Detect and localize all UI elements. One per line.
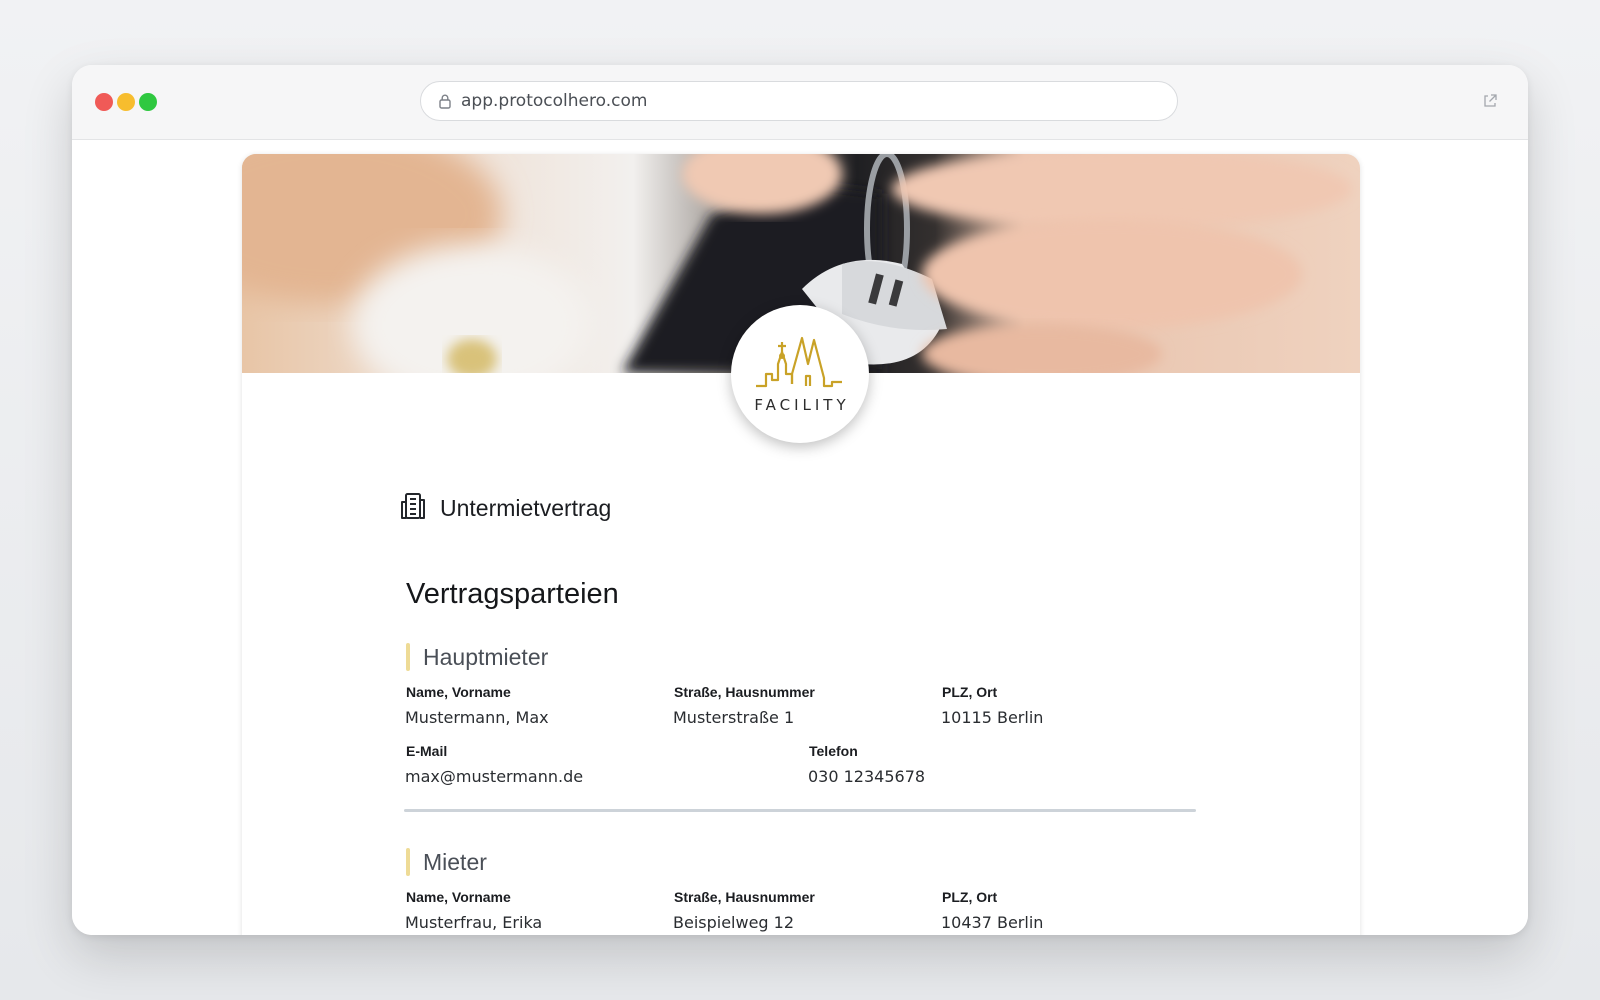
external-link-icon[interactable] bbox=[1482, 93, 1498, 109]
accent-bar bbox=[406, 848, 410, 876]
logo-text: FACILITY bbox=[754, 396, 850, 414]
company-logo: FACILITY bbox=[731, 305, 869, 443]
mieter-street-label: Straße, Hausnummer bbox=[674, 889, 815, 905]
building-document-icon bbox=[399, 492, 426, 525]
skyline-icon bbox=[756, 336, 842, 388]
hauptmieter-name-label: Name, Vorname bbox=[406, 684, 511, 700]
document-card: FACILITY Untermietvertrag Vertragspartei… bbox=[242, 154, 1360, 935]
hauptmieter-city-value: 10115 Berlin bbox=[941, 708, 1044, 727]
close-window-button[interactable] bbox=[95, 93, 113, 111]
accent-bar bbox=[406, 643, 410, 671]
hauptmieter-name-value: Mustermann, Max bbox=[405, 708, 549, 727]
document-header: Untermietvertrag bbox=[399, 492, 611, 525]
mieter-name-label: Name, Vorname bbox=[406, 889, 511, 905]
hauptmieter-heading: Hauptmieter bbox=[406, 643, 548, 671]
mieter-heading: Mieter bbox=[406, 848, 487, 876]
hauptmieter-email-value: max@mustermann.de bbox=[405, 767, 584, 786]
hauptmieter-city-label: PLZ, Ort bbox=[942, 684, 998, 700]
hauptmieter-heading-text: Hauptmieter bbox=[423, 643, 549, 670]
document-title: Untermietvertrag bbox=[440, 495, 612, 521]
hauptmieter-phone-label: Telefon bbox=[809, 743, 858, 759]
hauptmieter-phone-value: 030 12345678 bbox=[808, 767, 926, 786]
lock-icon bbox=[439, 93, 453, 109]
mieter-name-value: Musterfrau, Erika bbox=[405, 913, 543, 932]
maximize-window-button[interactable] bbox=[139, 93, 157, 111]
minimize-window-button[interactable] bbox=[117, 93, 135, 111]
mieter-city-label: PLZ, Ort bbox=[942, 889, 998, 905]
browser-titlebar: app.protocolhero.com bbox=[72, 65, 1528, 140]
browser-window: app.protocolhero.com FACILITY Untermietv… bbox=[72, 65, 1528, 935]
url-text: app.protocolhero.com bbox=[461, 91, 648, 111]
page-content: FACILITY Untermietvertrag Vertragspartei… bbox=[72, 140, 1528, 935]
address-bar[interactable]: app.protocolhero.com bbox=[420, 81, 1178, 121]
mieter-heading-text: Mieter bbox=[423, 848, 487, 875]
section-title: Vertragsparteien bbox=[406, 578, 619, 610]
section-divider bbox=[404, 809, 1196, 812]
mieter-street-value: Beispielweg 12 bbox=[673, 913, 795, 932]
hauptmieter-email-label: E-Mail bbox=[406, 743, 448, 759]
mieter-city-value: 10437 Berlin bbox=[941, 913, 1044, 932]
hauptmieter-street-label: Straße, Hausnummer bbox=[674, 684, 815, 700]
hauptmieter-street-value: Musterstraße 1 bbox=[673, 708, 795, 727]
